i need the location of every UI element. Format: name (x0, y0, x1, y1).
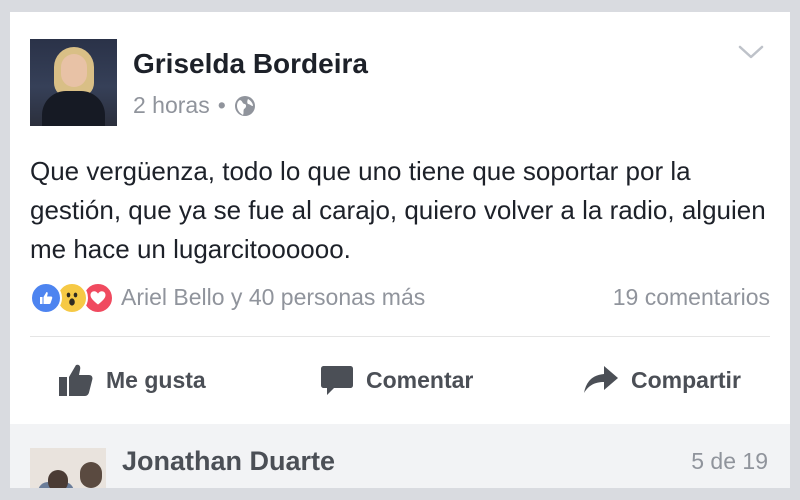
post-meta: 2 horas • (133, 92, 256, 119)
comment-button[interactable]: Comentar (320, 362, 473, 398)
reactions-summary[interactable]: Ariel Bello y 40 personas más (121, 284, 425, 311)
post-time[interactable]: 2 horas (133, 92, 210, 119)
comments-count[interactable]: 19 comentarios (613, 284, 770, 311)
avatar-head (48, 470, 68, 488)
comment-preview[interactable]: Jonathan Duarte 5 de 19 (10, 424, 790, 488)
avatar-head (80, 462, 102, 488)
avatar-body (42, 91, 105, 126)
thumbs-up-icon (58, 363, 106, 397)
post-text: Que vergüenza, todo lo que uno tiene que… (30, 156, 766, 264)
comment-icon (320, 364, 366, 396)
globe-icon[interactable] (234, 95, 256, 117)
like-button-label: Me gusta (106, 366, 206, 393)
comment-button-label: Comentar (366, 366, 474, 393)
like-button[interactable]: Me gusta (58, 362, 206, 398)
reactions-bar[interactable]: Ariel Bello y 40 personas más 19 comenta… (30, 282, 770, 316)
meta-separator: • (217, 92, 226, 118)
share-arrow-icon (583, 365, 631, 395)
comment-pager: 5 de 19 (691, 448, 768, 474)
share-button[interactable]: Compartir (583, 362, 741, 398)
divider (30, 336, 770, 337)
share-button-label: Compartir (631, 366, 741, 393)
avatar-face (61, 54, 87, 87)
like-icon (30, 282, 62, 314)
commenter-name[interactable]: Jonathan Duarte (122, 446, 335, 477)
chevron-down-icon[interactable] (738, 44, 764, 65)
author-avatar[interactable] (30, 39, 117, 126)
post-card: Griselda Bordeira 2 horas • Que vergüenz… (10, 12, 790, 488)
commenter-avatar[interactable] (30, 448, 106, 488)
author-name[interactable]: Griselda Bordeira (133, 48, 368, 80)
